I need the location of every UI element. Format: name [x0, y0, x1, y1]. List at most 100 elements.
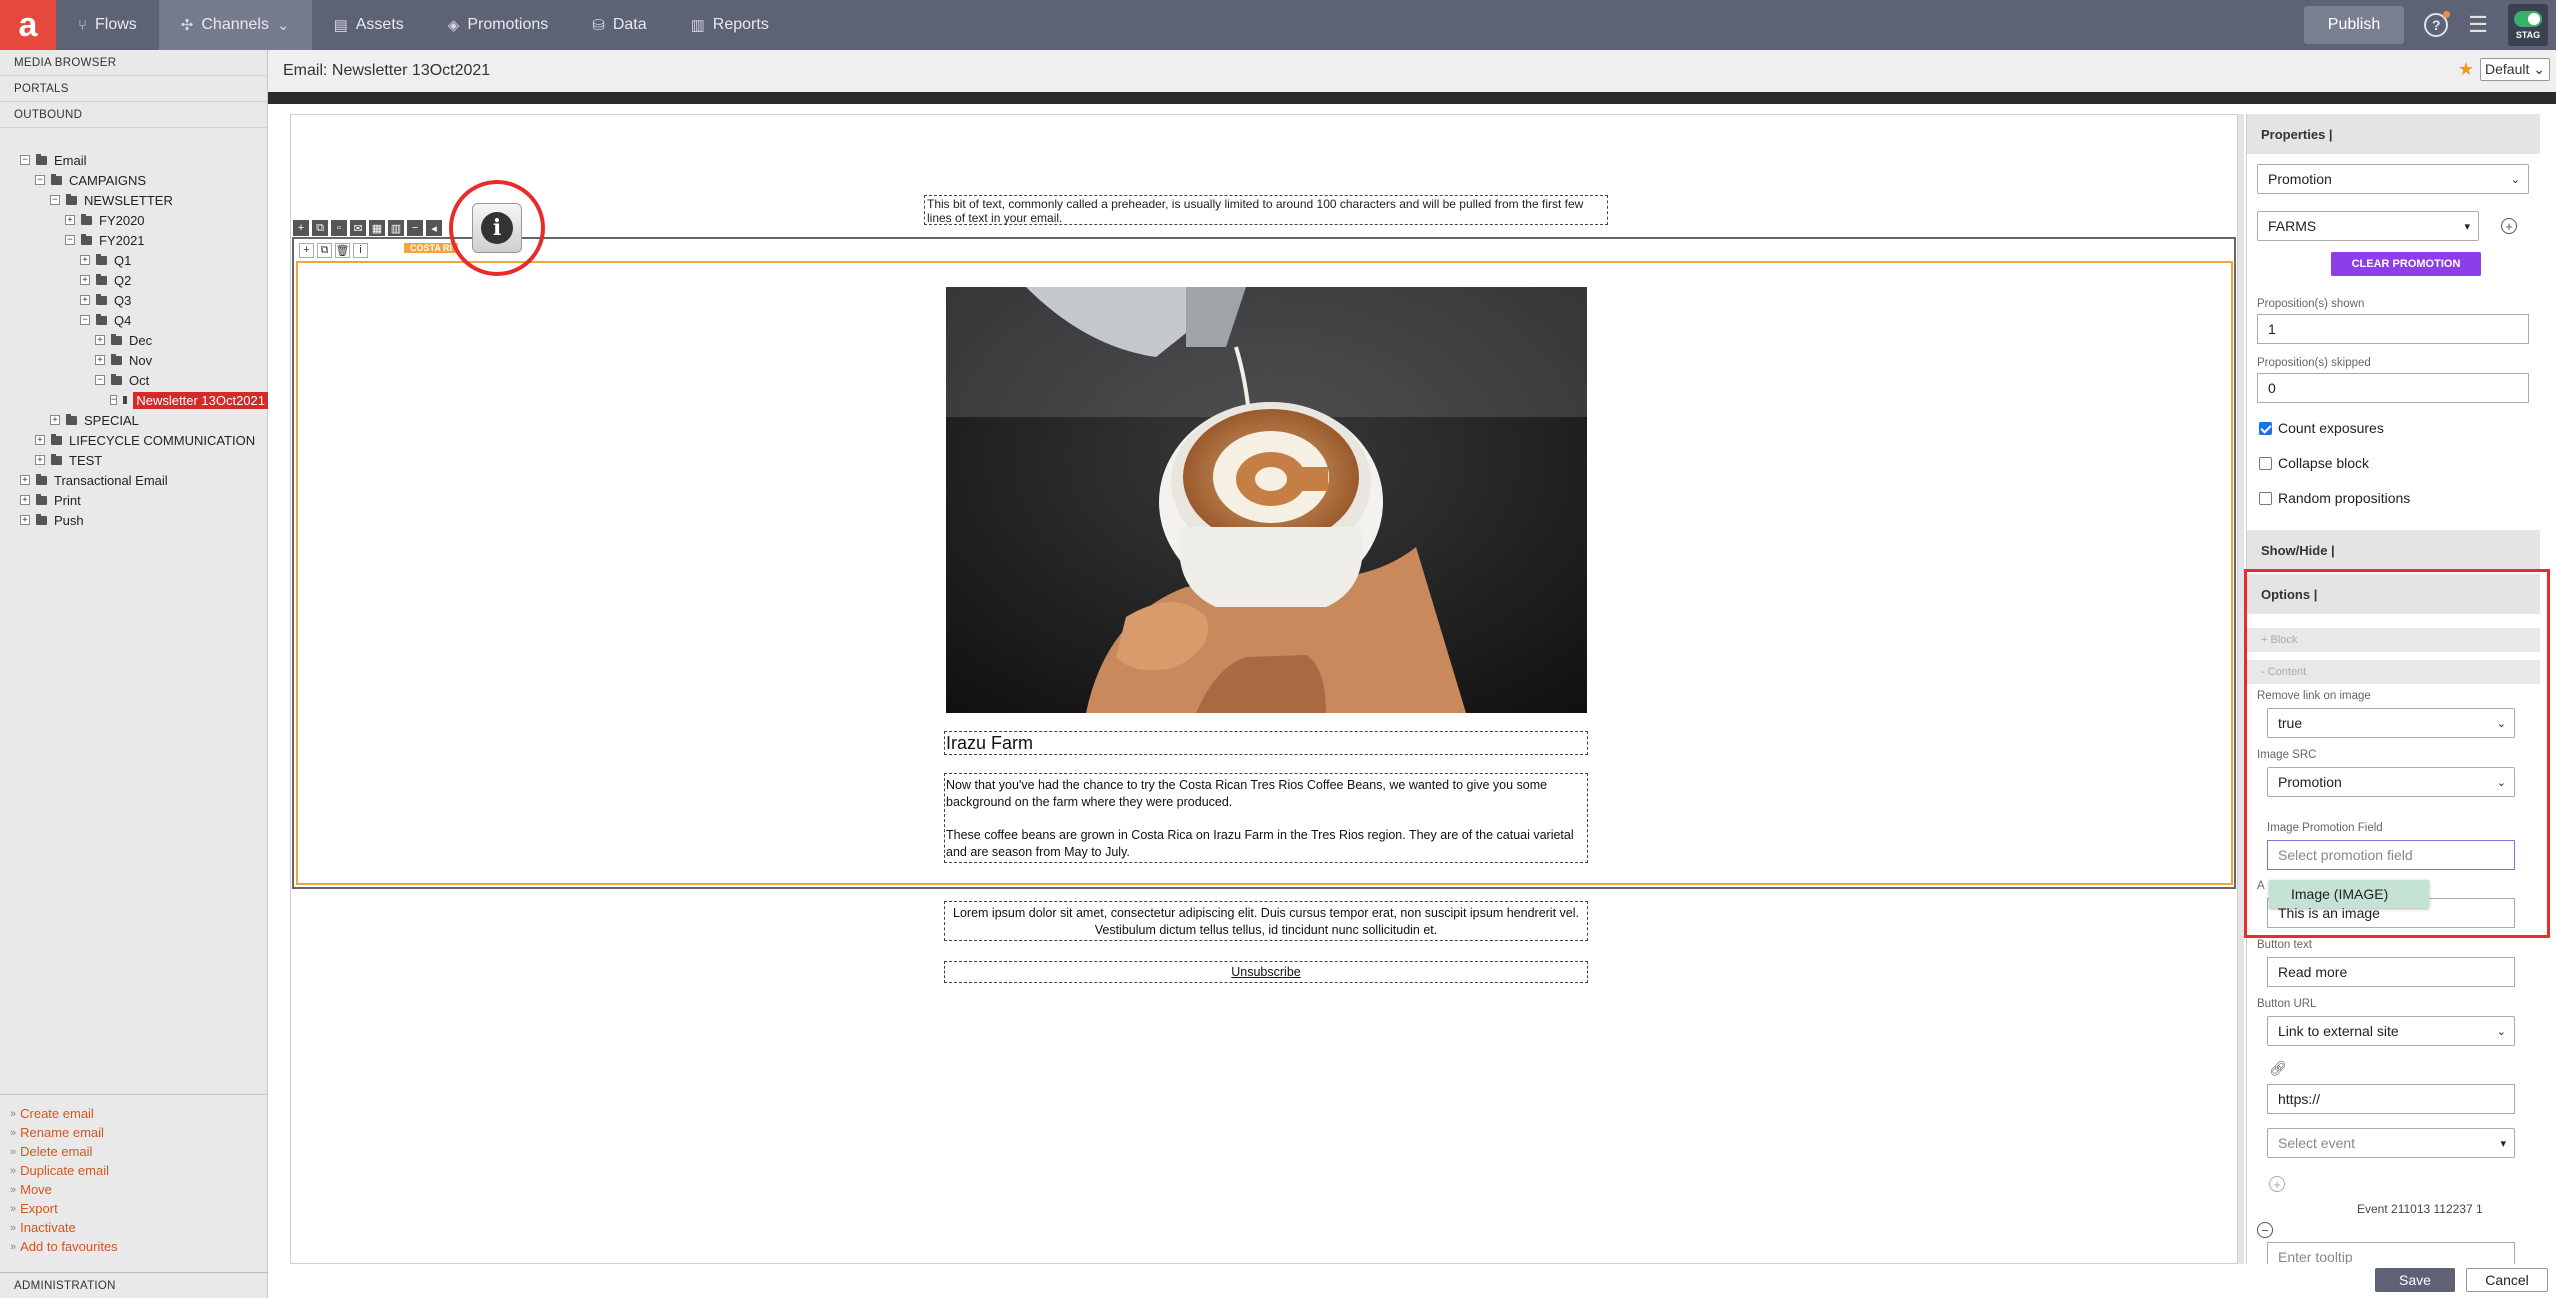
delete-icon[interactable]: ▫: [331, 220, 347, 236]
image-promotion-field-input[interactable]: Select promotion field: [2267, 840, 2515, 870]
collapse-toggle-icon[interactable]: −: [35, 175, 45, 185]
propositions-shown-input[interactable]: 1: [2257, 314, 2529, 344]
expand-toggle-icon[interactable]: +: [20, 495, 30, 505]
nav-channels[interactable]: ✣ Channels ⌄: [158, 0, 312, 50]
expand-toggle-icon[interactable]: +: [35, 435, 45, 445]
nav-promotions[interactable]: ◈ Promotions: [426, 0, 570, 50]
nav-assets[interactable]: ▤ Assets: [312, 0, 426, 50]
tree-node[interactable]: − Q4: [0, 310, 268, 330]
footer-text[interactable]: Lorem ipsum dolor sit amet, consectetur …: [944, 901, 1588, 941]
info-icon[interactable]: i: [353, 242, 368, 258]
select-event[interactable]: Select event ▾: [2267, 1128, 2515, 1158]
tree-node[interactable]: + TEST: [0, 450, 268, 470]
clear-promotion-button[interactable]: CLEAR PROMOTION: [2331, 252, 2481, 276]
tree-node[interactable]: + LIFECYCLE COMMUNICATION: [0, 430, 268, 450]
tree-node[interactable]: − NEWSLETTER: [0, 190, 268, 210]
template-select[interactable]: Default ⌄: [2480, 58, 2550, 81]
tree-node[interactable]: + FY2020: [0, 210, 268, 230]
tree-node[interactable]: + Print: [0, 490, 268, 510]
options-header[interactable]: Options |: [2247, 574, 2540, 614]
nav-flows[interactable]: ⑂ Flows: [56, 0, 159, 50]
collapse-block-checkbox[interactable]: Collapse block: [2259, 455, 2369, 471]
action-add-to-favourites[interactable]: » Add to favourites: [0, 1237, 268, 1256]
action-move[interactable]: » Move: [0, 1180, 268, 1199]
sidebar-portals[interactable]: PORTALS: [0, 76, 267, 102]
app-logo[interactable]: a: [0, 0, 56, 50]
preheader-text[interactable]: This bit of text, commonly called a preh…: [924, 195, 1608, 225]
propositions-skipped-input[interactable]: 0: [2257, 373, 2529, 403]
minus-icon[interactable]: −: [407, 220, 423, 236]
properties-header[interactable]: Properties |: [2247, 114, 2540, 154]
block-subsection[interactable]: + Block: [2247, 628, 2540, 652]
show-hide-header[interactable]: Show/Hide |: [2247, 530, 2540, 570]
promotion-select[interactable]: FARMS ▾: [2257, 211, 2479, 241]
collapse-toggle-icon[interactable]: −: [20, 155, 30, 165]
expand-toggle-icon[interactable]: +: [20, 515, 30, 525]
add-event-icon[interactable]: +: [2269, 1176, 2285, 1192]
favourite-star-icon[interactable]: ★: [2458, 59, 2474, 80]
action-rename-email[interactable]: » Rename email: [0, 1123, 268, 1142]
remove-event-icon[interactable]: −: [2257, 1222, 2273, 1238]
button-text-input[interactable]: Read more: [2267, 957, 2515, 987]
expand-toggle-icon[interactable]: +: [95, 355, 105, 365]
button-url-select[interactable]: Link to external site ⌄: [2267, 1016, 2515, 1046]
action-delete-email[interactable]: » Delete email: [0, 1142, 268, 1161]
article-body[interactable]: Now that you've had the chance to try th…: [944, 773, 1588, 863]
copy-icon[interactable]: ⧉: [312, 220, 328, 236]
image-src-select[interactable]: Promotion ⌄: [2267, 767, 2515, 797]
nav-reports[interactable]: ▥ Reports: [669, 0, 791, 50]
tree-node[interactable]: + Q1: [0, 250, 268, 270]
sidebar-outbound[interactable]: OUTBOUND: [0, 102, 267, 128]
help-icon[interactable]: ?: [2424, 11, 2451, 37]
expand-toggle-icon[interactable]: +: [80, 255, 90, 265]
tree-node[interactable]: + Transactional Email: [0, 470, 268, 490]
count-exposures-checkbox[interactable]: Count exposures: [2259, 420, 2384, 436]
save-button[interactable]: Save: [2375, 1268, 2455, 1292]
email-icon[interactable]: ✉: [350, 220, 366, 236]
content-subsection[interactable]: - Content: [2247, 660, 2540, 684]
random-propositions-checkbox[interactable]: Random propositions: [2259, 490, 2410, 506]
columns-icon[interactable]: ▥: [388, 220, 404, 236]
expand-toggle-icon[interactable]: +: [20, 475, 30, 485]
url-input[interactable]: https://: [2267, 1084, 2515, 1114]
expand-toggle-icon[interactable]: +: [35, 455, 45, 465]
sidebar-media-browser[interactable]: MEDIA BROWSER: [0, 50, 267, 76]
expand-toggle-icon[interactable]: +: [50, 415, 60, 425]
collapse-toggle-icon[interactable]: −: [50, 195, 60, 205]
tree-node[interactable]: − CAMPAIGNS: [0, 170, 268, 190]
expand-toggle-icon[interactable]: +: [65, 215, 75, 225]
more-icon[interactable]: ◂: [426, 220, 442, 236]
environment-toggle[interactable]: STAG: [2508, 4, 2548, 46]
collapse-toggle-icon[interactable]: −: [65, 235, 75, 245]
block-type-select[interactable]: Promotion ⌄: [2257, 164, 2529, 194]
expand-toggle-icon[interactable]: +: [80, 295, 90, 305]
hero-image[interactable]: [946, 287, 1587, 713]
tree-node[interactable]: + Push: [0, 510, 268, 530]
info-button[interactable]: i: [472, 203, 522, 253]
canvas-scrollbar[interactable]: [2238, 114, 2244, 1264]
tree-node[interactable]: − FY2021: [0, 230, 268, 250]
settings-sliders-icon[interactable]: ☰: [2468, 12, 2488, 38]
nav-data[interactable]: ⛁ Data: [570, 0, 668, 50]
tree-node[interactable]: + Q3: [0, 290, 268, 310]
tree-node-selected[interactable]: − Newsletter 13Oct2021: [0, 390, 268, 410]
link-icon[interactable]: 🔗︎: [2269, 1060, 2287, 1077]
action-export[interactable]: » Export: [0, 1199, 268, 1218]
add-icon[interactable]: +: [293, 220, 309, 236]
collapse-toggle-icon[interactable]: −: [95, 375, 105, 385]
article-heading[interactable]: Irazu Farm: [944, 731, 1588, 755]
tree-node[interactable]: + Q2: [0, 270, 268, 290]
add-icon[interactable]: +: [299, 242, 314, 258]
add-promotion-icon[interactable]: +: [2501, 218, 2517, 234]
tree-node[interactable]: + Dec: [0, 330, 268, 350]
action-create-email[interactable]: » Create email: [0, 1104, 268, 1123]
dropdown-option-image[interactable]: Image (IMAGE): [2269, 880, 2429, 908]
remove-link-select[interactable]: true ⌄: [2267, 708, 2515, 738]
tree-node[interactable]: + SPECIAL: [0, 410, 268, 430]
tooltip-input[interactable]: Enter tooltip: [2267, 1242, 2515, 1264]
tree-node[interactable]: − Oct: [0, 370, 268, 390]
collapse-toggle-icon[interactable]: −: [110, 395, 118, 405]
cancel-button[interactable]: Cancel: [2466, 1268, 2548, 1292]
expand-toggle-icon[interactable]: +: [95, 335, 105, 345]
action-duplicate-email[interactable]: » Duplicate email: [0, 1161, 268, 1180]
